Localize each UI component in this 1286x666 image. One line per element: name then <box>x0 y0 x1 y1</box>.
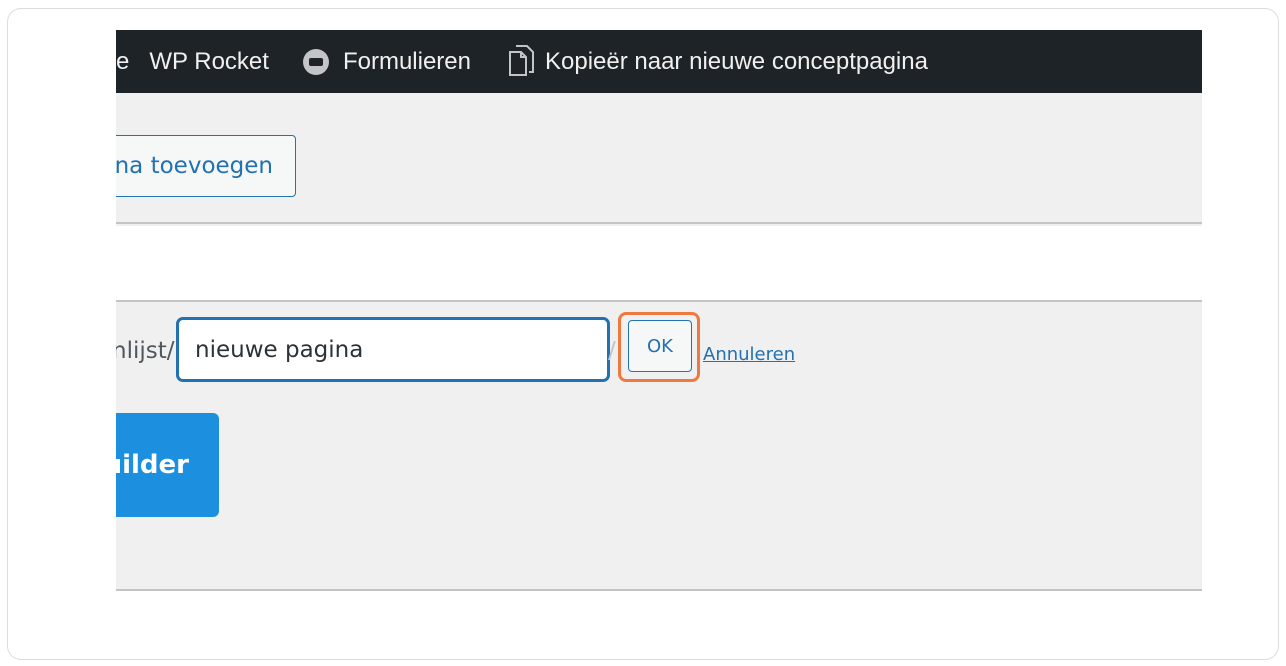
admin-bar: e WP Rocket Formulieren Kopieër naar nie… <box>116 30 1202 93</box>
ok-button[interactable]: OK <box>628 320 692 372</box>
admin-bar-partial-label: e <box>116 47 130 75</box>
admin-bar-item-copy-to-draft[interactable]: Kopieër naar nieuwe conceptpagina <box>501 30 928 93</box>
title-section <box>116 226 1202 302</box>
admin-bar-item-partial[interactable]: e <box>116 30 129 93</box>
add-page-button[interactable]: na toevoegen <box>116 135 296 197</box>
permalink-prefix: nlijst/ <box>116 338 175 364</box>
slug-input[interactable] <box>177 318 609 381</box>
forms-icon <box>302 48 329 75</box>
copy-page-icon <box>509 44 534 76</box>
ok-button-label: OK <box>647 335 673 357</box>
permalink-suffix: / <box>608 338 616 364</box>
admin-bar-item-forms[interactable]: Formulieren <box>302 30 471 93</box>
add-page-button-label: na toevoegen <box>116 153 273 179</box>
forms-label: Formulieren <box>342 47 471 75</box>
admin-bar-item-wp-rocket[interactable]: WP Rocket <box>149 30 269 93</box>
screenshot-frame: e WP Rocket Formulieren Kopieër naar nie… <box>7 8 1279 660</box>
copy-to-draft-label: Kopieër naar nieuwe conceptpagina <box>545 47 928 75</box>
permalink-section: nlijst/ / OK Annuleren uilder <box>116 302 1202 591</box>
page-header-section: na toevoegen <box>116 93 1202 224</box>
page-builder-button-label: uilder <box>116 450 189 480</box>
cancel-link[interactable]: Annuleren <box>703 344 795 365</box>
page-builder-button[interactable]: uilder <box>116 413 219 517</box>
browser-viewport: e WP Rocket Formulieren Kopieër naar nie… <box>116 30 1202 591</box>
wp-rocket-label: WP Rocket <box>149 47 269 75</box>
